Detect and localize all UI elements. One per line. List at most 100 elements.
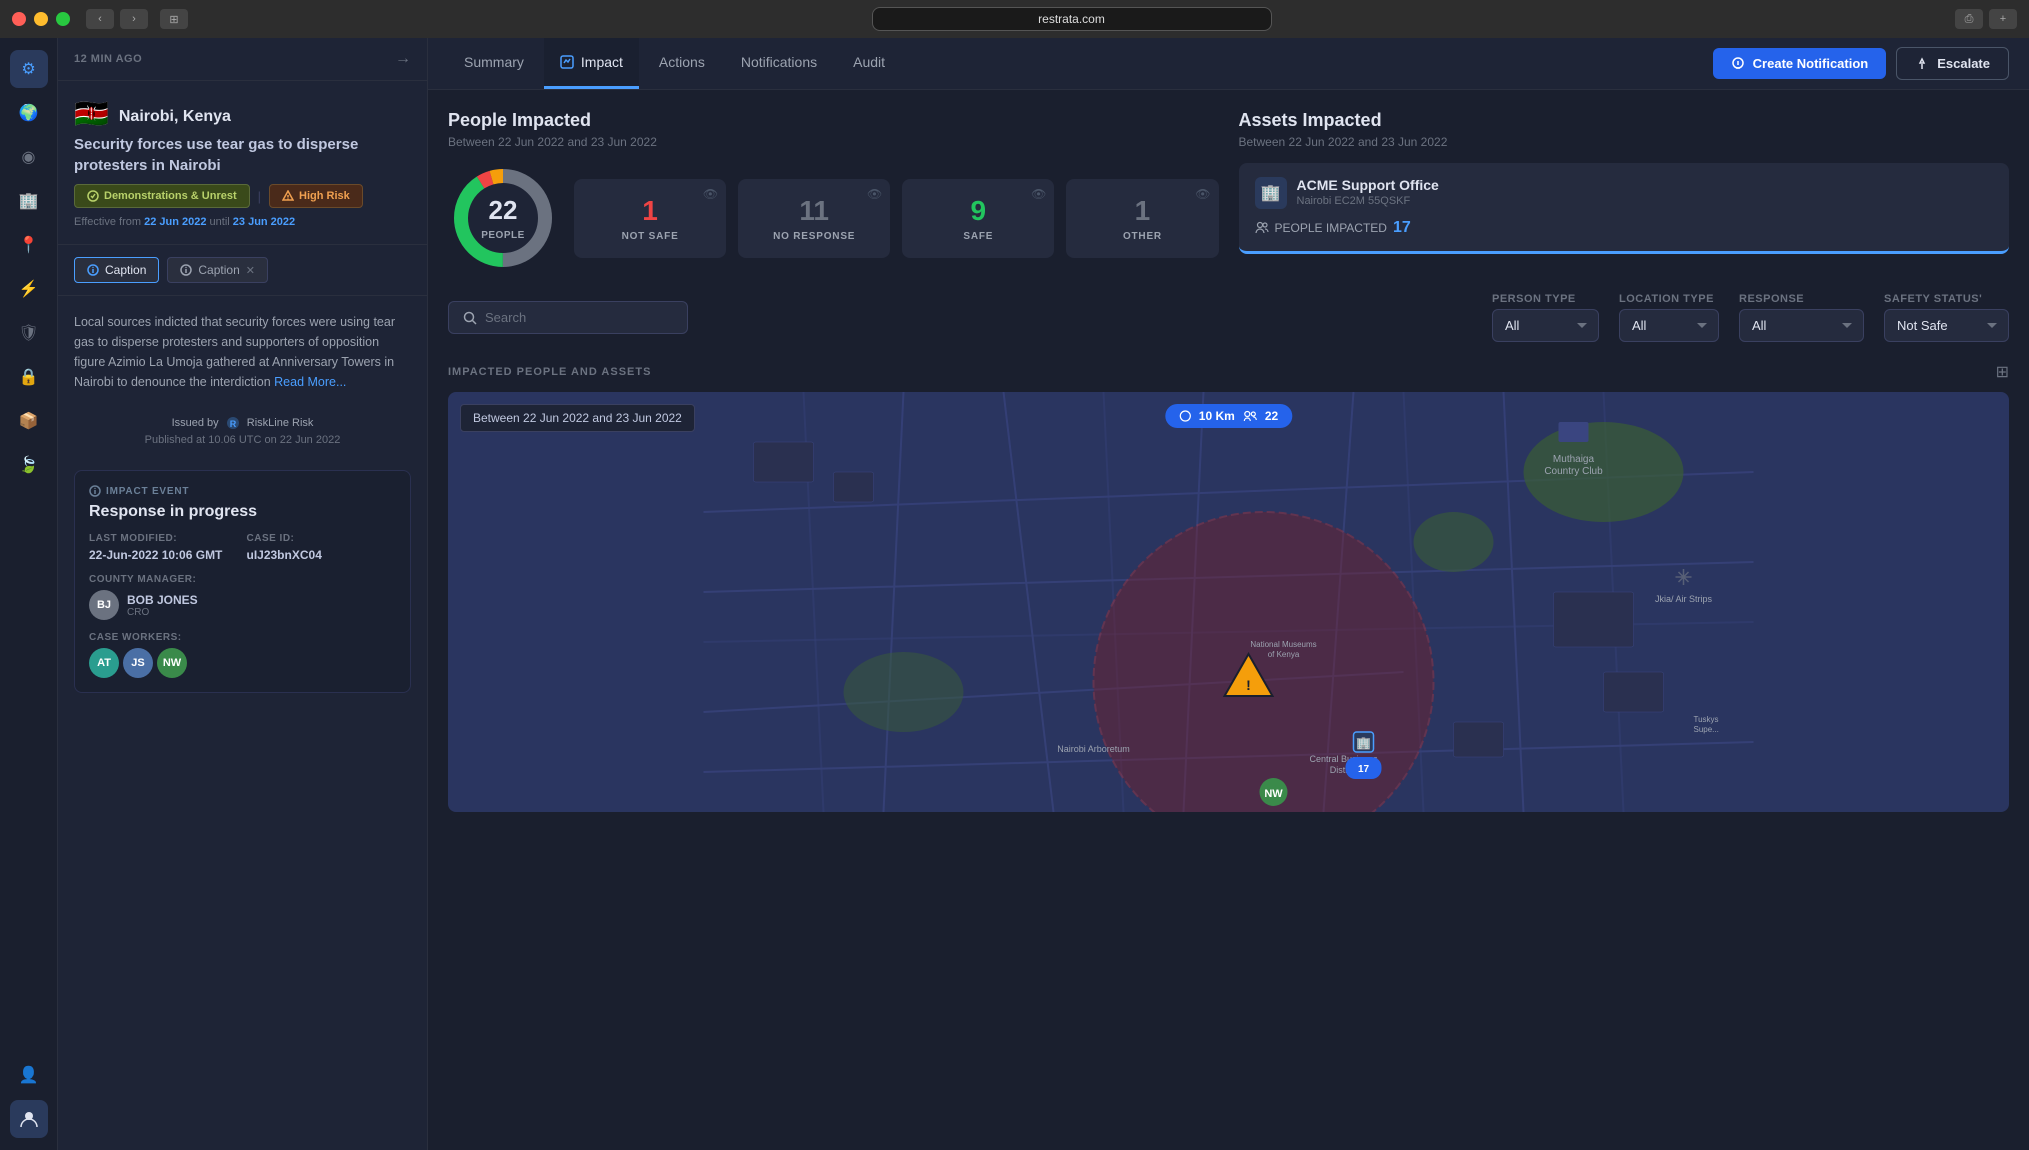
event-title: Security forces use tear gas to disperse… [74, 134, 411, 176]
nav-icon-shield[interactable]: 🛡 [10, 314, 48, 352]
minimize-button[interactable] [34, 12, 48, 26]
share-button[interactable]: ⎙ [1955, 9, 1983, 29]
url-input[interactable] [872, 7, 1272, 31]
eye-icon-2: 👁 [867, 187, 882, 201]
svg-text:!: ! [1246, 677, 1251, 693]
map-header: IMPACTED PEOPLE AND ASSETS ⊞ [448, 362, 2009, 382]
nav-icon-user[interactable]: 👤 [10, 1056, 48, 1094]
search-box[interactable]: Search [448, 301, 688, 334]
eye-icon-4: 👁 [1195, 187, 1210, 201]
event-info: 🇰🇪 Nairobi, Kenya Security forces use te… [58, 81, 427, 245]
tab-impact[interactable]: Impact [544, 38, 639, 89]
top-tabs: Summary Impact Actions Notifications Aud… [428, 38, 2029, 90]
new-tab-button[interactable]: + [1989, 9, 2017, 29]
nav-icon-alerts[interactable]: ◉ [10, 138, 48, 176]
close-button[interactable] [12, 12, 26, 26]
tab-notifications[interactable]: Notifications [725, 38, 833, 89]
stat-card-no-response: 👁 11 NO RESPONSE [738, 179, 890, 258]
location-type-filter: LOCATION TYPE All Office Field [1619, 293, 1719, 342]
nav-icon-package[interactable]: 📦 [10, 402, 48, 440]
window-chrome: ‹ › ⊞ ⎙ + [0, 0, 2029, 38]
nav-icon-lock[interactable]: 🔒 [10, 358, 48, 396]
effective-dates: Effective from 22 Jun 2022 until 23 Jun … [74, 216, 411, 228]
last-modified-item: Last Modified: 22-Jun-2022 10:06 GMT [89, 533, 239, 562]
caption-tabs: Caption Caption ✕ [58, 245, 427, 296]
read-more-link[interactable]: Read More... [274, 375, 346, 389]
map-section: IMPACTED PEOPLE AND ASSETS ⊞ Between 22 … [448, 362, 2009, 1130]
people-impacted-title: People Impacted [448, 110, 1219, 131]
response-select[interactable]: All Safe Not Safe No Response [1739, 309, 1864, 342]
issued-by: Issued by R RiskLine Risk Published at 1… [58, 408, 427, 458]
nav-icon-avatar[interactable] [10, 1100, 48, 1138]
stat-card-other: 👁 1 OTHER [1066, 179, 1218, 258]
case-workers-row: Case Workers: AT JS NW [89, 632, 396, 678]
asset-card: 🏢 ACME Support Office Nairobi EC2M 55QSK… [1239, 163, 2010, 254]
tab-actions-group: Create Notification Escalate [1713, 47, 2009, 80]
manager-details: BOB JONES CRO [127, 593, 198, 618]
risk-tag: High Risk [269, 184, 363, 208]
nav-icon-settings[interactable]: ⚙ [10, 50, 48, 88]
nav-sidebar: ⚙ 🌍 ◉ 🏢 📍 ⚡ 🛡 🔒 📦 🍃 👤 [0, 38, 58, 1150]
asset-people-count: PEOPLE IMPACTED 17 [1255, 219, 1994, 237]
svg-text:of Kenya: of Kenya [1268, 650, 1300, 659]
safe-number: 9 [922, 195, 1034, 227]
eye-icon: 👁 [703, 187, 718, 201]
address-bar [196, 7, 1947, 31]
back-button[interactable]: ‹ [86, 9, 114, 29]
nav-icon-location[interactable]: 📍 [10, 226, 48, 264]
manager-info: BJ BOB JONES CRO [89, 590, 396, 620]
caption-tab-1[interactable]: Caption [74, 257, 159, 283]
people-impacted-content: 22 PEOPLE 👁 1 NOT SAFE [448, 163, 1219, 273]
escalate-button[interactable]: Escalate [1896, 47, 2009, 80]
maximize-button[interactable] [56, 12, 70, 26]
no-response-number: 11 [758, 195, 870, 227]
assets-impacted-title: Assets Impacted [1239, 110, 2010, 131]
response-filter: RESPONSE All Safe Not Safe No Response [1739, 293, 1864, 342]
assets-impacted-dates: Between 22 Jun 2022 and 23 Jun 2022 [1239, 135, 2010, 149]
filter-dropdowns: PERSON TYPE All Employee Contractor LOCA… [1492, 293, 2009, 342]
panel-next-button[interactable]: → [395, 50, 411, 68]
svg-text:National Museums: National Museums [1250, 640, 1316, 649]
event-location: Nairobi, Kenya [119, 108, 231, 126]
location-type-select[interactable]: All Office Field [1619, 309, 1719, 342]
svg-text:Nairobi Arboretum: Nairobi Arboretum [1057, 744, 1130, 754]
panel-header: 12 MIN AGO → [58, 38, 427, 81]
stat-card-not-safe: 👁 1 NOT SAFE [574, 179, 726, 258]
svg-text:17: 17 [1358, 764, 1370, 775]
not-safe-label: NOT SAFE [594, 231, 706, 242]
map-expand-button[interactable]: ⊞ [1996, 362, 2009, 382]
sidebar-toggle[interactable]: ⊞ [160, 9, 188, 29]
nav-icon-globe[interactable]: 🌍 [10, 94, 48, 132]
people-impacted-section: People Impacted Between 22 Jun 2022 and … [448, 110, 1219, 273]
people-impacted-dates: Between 22 Jun 2022 and 23 Jun 2022 [448, 135, 1219, 149]
person-type-select[interactable]: All Employee Contractor [1492, 309, 1599, 342]
svg-text:R: R [229, 419, 236, 429]
other-number: 1 [1086, 195, 1198, 227]
nav-icon-buildings[interactable]: 🏢 [10, 182, 48, 220]
caption-tab-2[interactable]: Caption ✕ [167, 257, 268, 283]
nav-icon-leaf[interactable]: 🍃 [10, 446, 48, 484]
country-flag: 🇰🇪 [74, 97, 109, 130]
case-id-item: Case ID: uIJ23bnXC04 [247, 533, 397, 562]
no-response-label: NO RESPONSE [758, 231, 870, 242]
asset-header: 🏢 ACME Support Office Nairobi EC2M 55QSK… [1255, 177, 1994, 209]
map-km-badge: 10 Km 22 [1165, 404, 1292, 428]
forward-button[interactable]: › [120, 9, 148, 29]
donut-center: 22 PEOPLE [481, 195, 525, 241]
safety-status-filter: SAFETY STATUS' Not Safe Safe No Response… [1884, 293, 2009, 342]
impact-meta-grid: Last Modified: 22-Jun-2022 10:06 GMT Cas… [89, 533, 396, 562]
caption-tab-close[interactable]: ✕ [246, 264, 255, 277]
demonstrations-tag: Demonstrations & Unrest [74, 184, 250, 208]
not-safe-number: 1 [594, 195, 706, 227]
create-notification-button[interactable]: Create Notification [1713, 48, 1887, 79]
nav-icon-bolt[interactable]: ⚡ [10, 270, 48, 308]
asset-details: ACME Support Office Nairobi EC2M 55QSKF [1297, 177, 1439, 207]
map-container: Between 22 Jun 2022 and 23 Jun 2022 10 K… [448, 392, 2009, 812]
tag-separator: | [258, 189, 261, 204]
safety-status-select[interactable]: Not Safe Safe No Response Other [1884, 309, 2009, 342]
tab-audit[interactable]: Audit [837, 38, 901, 89]
tab-summary[interactable]: Summary [448, 38, 540, 89]
app-container: ⚙ 🌍 ◉ 🏢 📍 ⚡ 🛡 🔒 📦 🍃 👤 12 MIN AGO → 🇰🇪 Na… [0, 38, 2029, 1150]
main-content: Summary Impact Actions Notifications Aud… [428, 38, 2029, 1150]
tab-actions[interactable]: Actions [643, 38, 721, 89]
